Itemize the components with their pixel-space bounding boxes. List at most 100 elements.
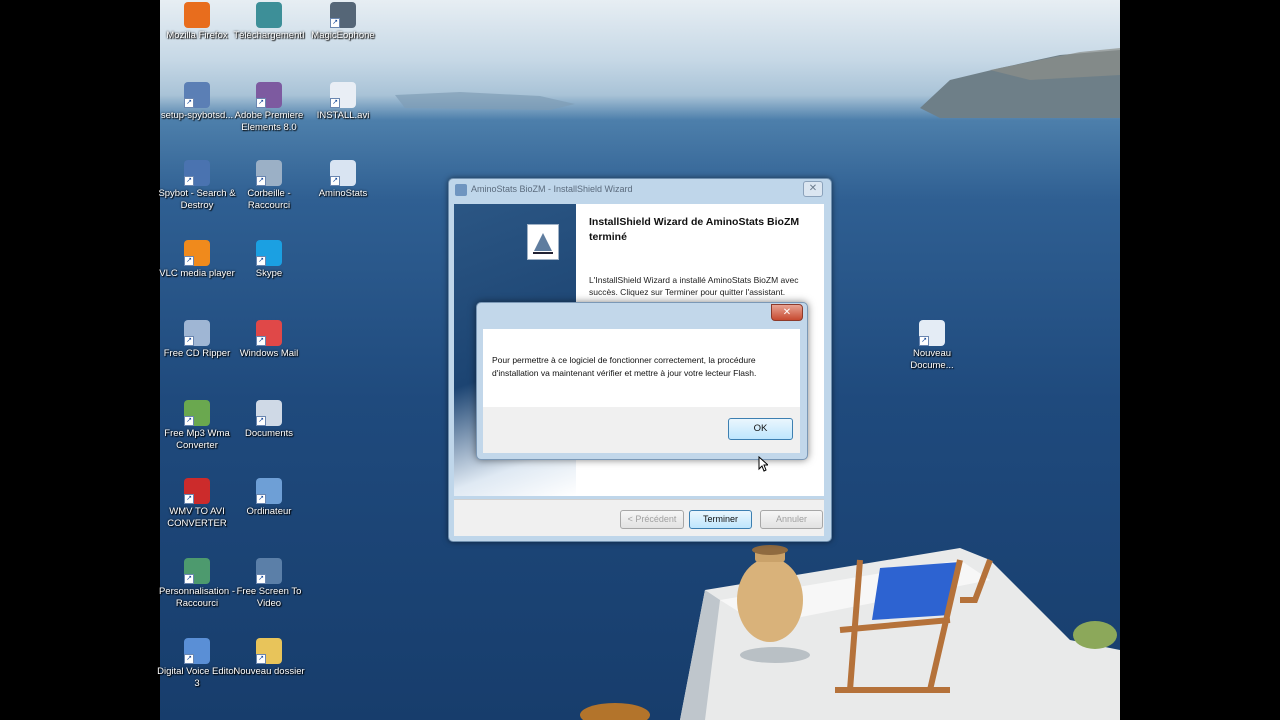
shortcut-arrow-icon: ↗ — [256, 574, 266, 584]
shortcut-arrow-icon: ↗ — [184, 336, 194, 346]
screen-video-icon: ↗ — [256, 558, 282, 584]
desktop-icon-label: MagicEophone — [311, 30, 375, 41]
finish-button[interactable]: Terminer — [689, 510, 752, 529]
shortcut-arrow-icon: ↗ — [330, 176, 340, 186]
firefox-icon — [184, 2, 210, 28]
mail-icon: ↗ — [256, 320, 282, 346]
shortcut-arrow-icon: ↗ — [256, 654, 266, 664]
desktop-icon-label: Ordinateur — [246, 506, 292, 517]
wizard-footer: < Précédent Terminer Annuler — [454, 499, 824, 536]
msgbox-message-area: Pour permettre à ce logiciel de fonction… — [483, 329, 800, 407]
voice-editor-icon: ↗ — [184, 638, 210, 664]
desktop-icon[interactable]: Mozilla Firefox — [157, 2, 237, 42]
desktop-icon[interactable]: ↗ Personnalisation - Raccourci — [157, 558, 237, 610]
desktop-icon[interactable]: ↗ Adobe Premiere Elements 8.0 — [229, 82, 309, 134]
wizard-title: AminoStats BioZM - InstallShield Wizard — [471, 184, 633, 194]
desktop-icon[interactable]: ↗ INSTALL.avi — [303, 82, 383, 122]
shortcut-arrow-icon: ↗ — [184, 654, 194, 664]
wmv-avi-icon: ↗ — [184, 478, 210, 504]
desktop-icon[interactable]: ↗ Windows Mail — [229, 320, 309, 360]
ok-button[interactable]: OK — [728, 418, 793, 440]
shortcut-arrow-icon: ↗ — [256, 494, 266, 504]
vlc-icon: ↗ — [184, 240, 210, 266]
desktop-icon-label: AminoStats — [318, 188, 368, 199]
desktop-icon-label: Free CD Ripper — [163, 348, 231, 359]
shortcut-arrow-icon: ↗ — [184, 494, 194, 504]
msgbox-content: Pour permettre à ce logiciel de fonction… — [483, 329, 800, 453]
desktop-icon-label: Nouveau Docume... — [910, 348, 954, 371]
cd-icon: ↗ — [184, 320, 210, 346]
desktop-icon[interactable]: ↗ Skype — [229, 240, 309, 280]
computer-icon: ↗ — [256, 478, 282, 504]
recycle-bin-icon: ↗ — [256, 160, 282, 186]
adobe-premiere-icon: ↗ — [256, 82, 282, 108]
skype-icon: ↗ — [256, 240, 282, 266]
desktop-icon[interactable]: ↗ Nouveau Docume... — [892, 320, 972, 372]
download-folder-icon — [256, 2, 282, 28]
video-file-icon: ↗ — [330, 82, 356, 108]
converter-icon: ↗ — [184, 400, 210, 426]
desktop-icon-label: Documents — [244, 428, 294, 439]
desktop-icon-label: Free Mp3 Wma Converter — [164, 428, 230, 451]
folder-icon: ↗ — [256, 638, 282, 664]
msgbox-message: Pour permettre à ce logiciel de fonction… — [492, 355, 757, 378]
desktop-icon[interactable]: ↗ Free CD Ripper — [157, 320, 237, 360]
shortcut-arrow-icon: ↗ — [330, 18, 340, 28]
desktop-icon-label: Skype — [255, 268, 283, 279]
desktop-icon[interactable]: ↗ Ordinateur — [229, 478, 309, 518]
desktop-icon-label: TéléchargementI — [233, 30, 305, 41]
desktop-icon-label: Personnalisation - Raccourci — [158, 586, 236, 609]
desktop-icon-label: Corbeille - Raccourci — [247, 188, 291, 211]
shortcut-arrow-icon: ↗ — [184, 574, 194, 584]
desktop-icon[interactable]: TéléchargementI — [229, 2, 309, 42]
spybot-icon: ↗ — [184, 160, 210, 186]
wizard-text: L'InstallShield Wizard a installé AminoS… — [589, 275, 799, 297]
desktop-icon[interactable]: ↗ WMV TO AVI CONVERTER — [157, 478, 237, 530]
shortcut-arrow-icon: ↗ — [184, 98, 194, 108]
word-document-icon: ↗ — [919, 320, 945, 346]
mouse-cursor-icon — [758, 456, 768, 472]
shortcut-arrow-icon: ↗ — [256, 256, 266, 266]
shortcut-arrow-icon: ↗ — [256, 176, 266, 186]
microphone-icon: ↗ — [330, 2, 356, 28]
back-button[interactable]: < Précédent — [620, 510, 684, 529]
shortcut-arrow-icon: ↗ — [256, 416, 266, 426]
desktop-icon-label: Spybot - Search & Destroy — [158, 188, 236, 211]
desktop-icon-label: Windows Mail — [239, 348, 299, 359]
installshield-logo-icon — [527, 224, 559, 260]
desktop-icon[interactable]: ↗ Digital Voice Editor 3 — [157, 638, 237, 690]
documents-icon: ↗ — [256, 400, 282, 426]
shortcut-arrow-icon: ↗ — [184, 256, 194, 266]
desktop-icon[interactable]: ↗ MagicEophone — [303, 2, 383, 42]
desktop-icon-label: INSTALL.avi — [316, 110, 370, 121]
desktop-icon-label: Digital Voice Editor 3 — [157, 666, 237, 689]
desktop-icon-label: WMV TO AVI CONVERTER — [167, 506, 227, 529]
cancel-button[interactable]: Annuler — [760, 510, 823, 529]
desktop-icon[interactable]: ↗ Nouveau dossier — [229, 638, 309, 678]
wizard-titlebar[interactable]: AminoStats BioZM - InstallShield Wizard … — [449, 179, 831, 201]
installer-app-icon — [455, 184, 467, 196]
wizard-heading: InstallShield Wizard de AminoStats BioZM… — [589, 216, 800, 243]
shortcut-arrow-icon: ↗ — [330, 98, 340, 108]
desktop-icon-label: setup-spybotsd... — [160, 110, 234, 121]
msgbox-close-button[interactable]: ✕ — [771, 304, 803, 321]
desktop-icon[interactable]: ↗ VLC media player — [157, 240, 237, 280]
desktop-icon[interactable]: ↗ Documents — [229, 400, 309, 440]
desktop-icon[interactable]: ↗ Spybot - Search & Destroy — [157, 160, 237, 212]
setup-icon: ↗ — [184, 82, 210, 108]
shortcut-arrow-icon: ↗ — [256, 98, 266, 108]
desktop-icon[interactable]: ↗ setup-spybotsd... — [157, 82, 237, 122]
desktop-icon[interactable]: ↗ AminoStats — [303, 160, 383, 200]
shortcut-arrow-icon: ↗ — [919, 336, 929, 346]
desktop-icon-label: Free Screen To Video — [236, 586, 302, 609]
desktop-icon-label: Adobe Premiere Elements 8.0 — [234, 110, 304, 133]
shortcut-arrow-icon: ↗ — [184, 416, 194, 426]
desktop-icon[interactable]: ↗ Free Screen To Video — [229, 558, 309, 610]
shortcut-arrow-icon: ↗ — [256, 336, 266, 346]
desktop-icon-label: VLC media player — [159, 268, 235, 279]
flash-update-message-box: ✕ Pour permettre à ce logiciel de foncti… — [476, 302, 808, 460]
wizard-close-button[interactable]: ✕ — [803, 181, 823, 197]
desktop-icon[interactable]: ↗ Free Mp3 Wma Converter — [157, 400, 237, 452]
desktop-icon[interactable]: ↗ Corbeille - Raccourci — [229, 160, 309, 212]
desktop-icon-label: Mozilla Firefox — [166, 30, 228, 41]
